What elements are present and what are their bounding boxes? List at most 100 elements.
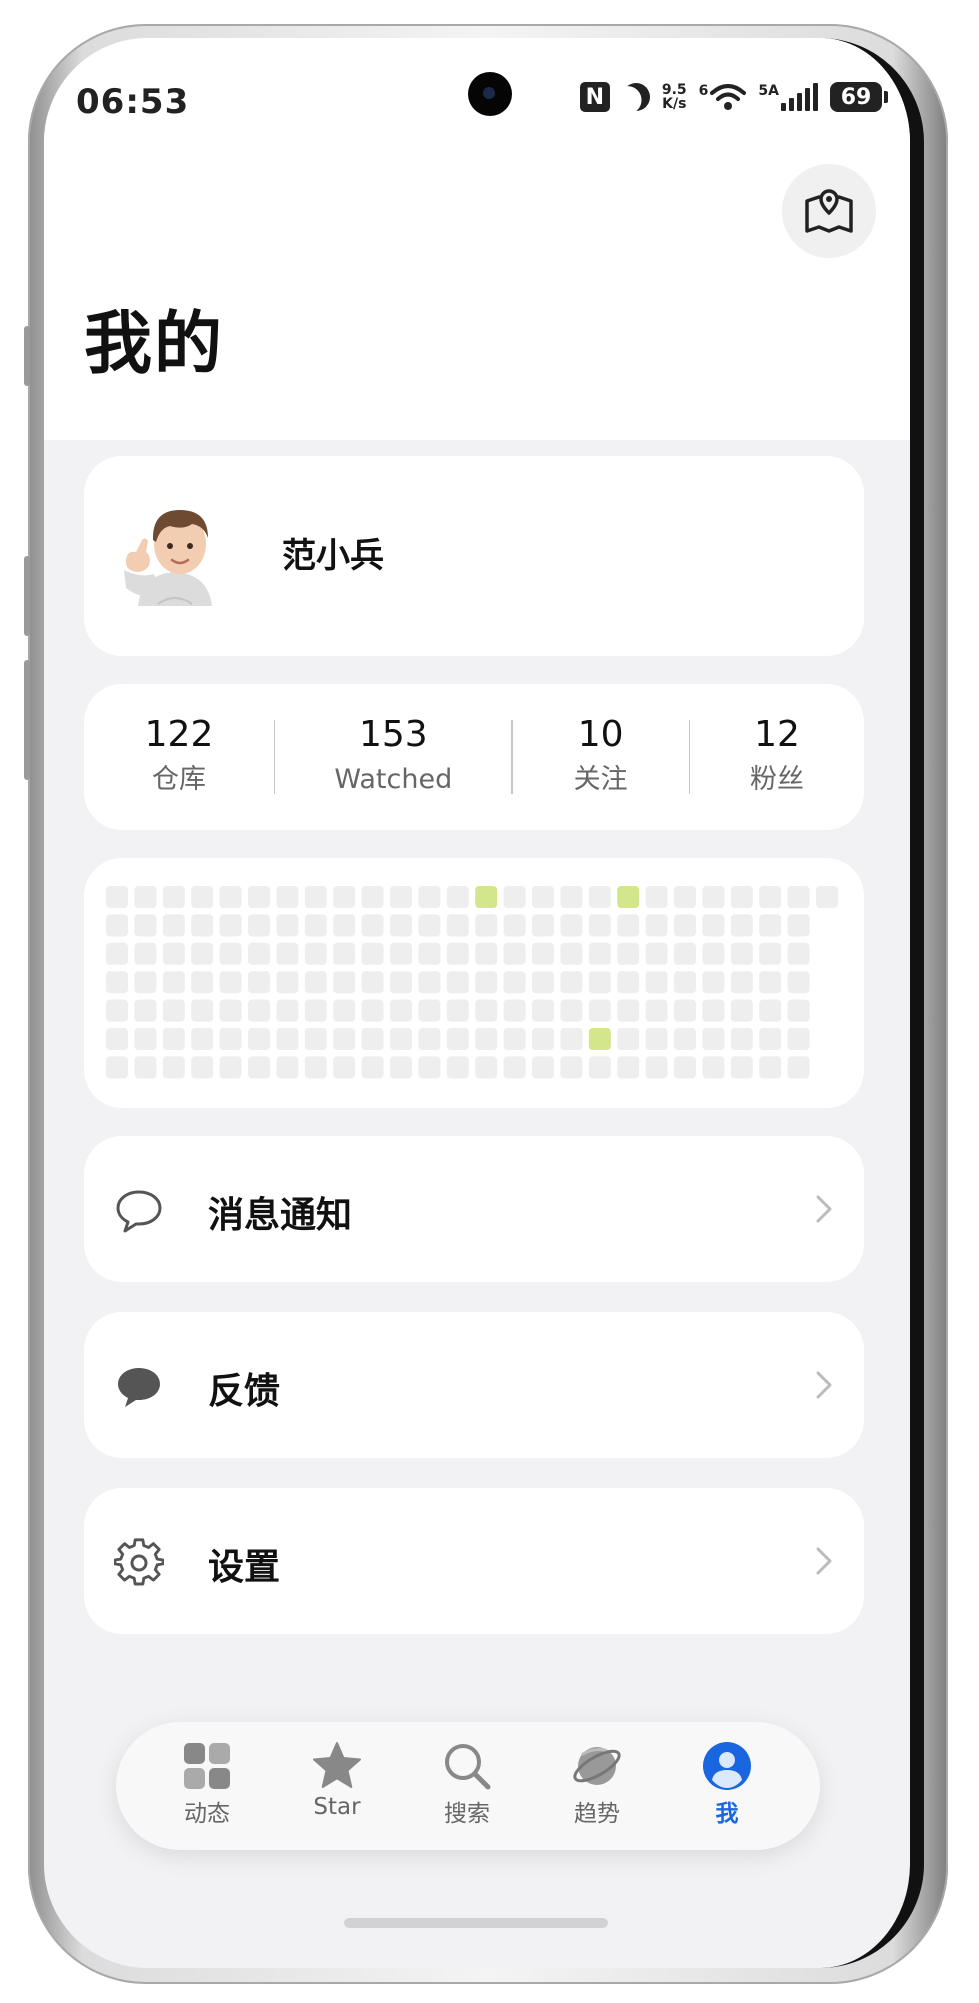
stat-following[interactable]: 10 关注 <box>513 715 689 799</box>
map-button[interactable] <box>782 164 876 258</box>
contribution-cell <box>560 886 583 908</box>
contribution-cell <box>191 971 214 994</box>
stat-value: 122 <box>144 714 214 755</box>
contribution-cell <box>134 971 157 994</box>
contribution-cell <box>759 1056 782 1079</box>
menu-label: 消息通知 <box>208 1195 353 1236</box>
contribution-cell <box>475 1028 498 1050</box>
contribution-cell <box>730 914 753 937</box>
contribution-cell <box>532 971 554 994</box>
contribution-cell <box>674 1028 696 1050</box>
stat-value: 153 <box>358 714 428 755</box>
contribution-cell <box>503 914 526 937</box>
contribution-cell <box>276 942 299 965</box>
contribution-cell <box>162 1056 185 1079</box>
contribution-cell <box>730 942 753 965</box>
contribution-cell <box>560 1028 583 1050</box>
stat-watched[interactable]: 153 Watched <box>275 715 511 799</box>
contribution-cell <box>532 886 554 908</box>
contribution-cell <box>191 914 214 937</box>
contribution-cell <box>106 886 128 908</box>
nfc-icon: N <box>579 82 610 112</box>
planet-icon <box>573 1747 621 1785</box>
contribution-cell <box>304 1056 327 1079</box>
contribution-cell <box>248 914 270 937</box>
contribution-cell <box>219 1056 242 1079</box>
contribution-cell <box>759 886 782 908</box>
menu-item-feedback[interactable]: 反馈 <box>84 1312 864 1458</box>
contribution-cell <box>759 971 782 994</box>
contribution-cell <box>475 886 498 908</box>
contribution-cell <box>674 999 696 1022</box>
contribution-cell <box>446 971 469 994</box>
contribution-cell <box>702 942 725 965</box>
contribution-cell <box>503 1056 526 1079</box>
chevron-right-icon <box>816 1195 832 1223</box>
contribution-cell <box>702 886 725 908</box>
contribution-cell <box>248 942 270 965</box>
contribution-cell <box>418 999 441 1022</box>
gear-icon <box>114 1538 164 1586</box>
chevron-right-icon <box>816 1371 832 1399</box>
contribution-cell <box>418 886 441 908</box>
contribution-cell <box>361 886 384 908</box>
contribution-cell <box>446 999 469 1022</box>
contribution-cell <box>702 1028 725 1050</box>
contribution-cell <box>475 942 498 965</box>
contribution-cell <box>361 942 384 965</box>
contribution-cell <box>645 1028 668 1050</box>
contribution-cell <box>361 1028 384 1050</box>
contribution-cell <box>134 914 157 937</box>
wifi-label: 6 <box>698 83 709 99</box>
stat-followers[interactable]: 12 粉丝 <box>690 715 864 799</box>
screen: 06:53 N 9.5 K/s 6 5A 69 我的 范小兵 122 仓库 15… <box>44 38 924 1968</box>
contribution-cell <box>617 886 640 908</box>
contribution-cell <box>503 942 526 965</box>
tab-trending[interactable]: 趋势 <box>552 1740 642 1828</box>
contribution-cell <box>418 971 441 994</box>
do-not-disturb-icon <box>618 79 654 115</box>
status-icons: N 9.5 K/s 6 5A 69 <box>579 79 888 115</box>
contribution-cell <box>588 942 611 965</box>
menu-item-notifications[interactable]: 消息通知 <box>84 1136 864 1282</box>
contribution-cell <box>304 886 327 908</box>
contribution-cell <box>617 999 640 1022</box>
contribution-cell <box>248 1028 270 1050</box>
contribution-cell <box>787 914 810 937</box>
cellular-status: 5A <box>758 83 818 111</box>
contribution-cell <box>702 999 725 1022</box>
contribution-graph-card <box>84 858 864 1108</box>
contribution-cell <box>106 971 128 994</box>
contribution-cell <box>787 999 810 1022</box>
contribution-cell <box>702 914 725 937</box>
contribution-cell <box>333 914 356 937</box>
contribution-cell <box>191 1028 214 1050</box>
chat-bubble-outline-icon <box>116 1190 162 1233</box>
contribution-cell <box>645 942 668 965</box>
contribution-cell <box>674 971 696 994</box>
profile-card[interactable]: 范小兵 <box>84 456 864 656</box>
contribution-cell <box>418 1028 441 1050</box>
tab-me[interactable]: 我 <box>682 1740 772 1828</box>
contribution-cell <box>276 999 299 1022</box>
contribution-cell <box>560 999 583 1022</box>
menu-label: 设置 <box>208 1547 281 1588</box>
menu-item-settings[interactable]: 设置 <box>84 1488 864 1634</box>
contribution-cell <box>304 1028 327 1050</box>
stat-repositories[interactable]: 122 仓库 <box>84 715 274 799</box>
contribution-cell <box>532 1028 554 1050</box>
signal-bars-icon <box>781 83 818 111</box>
tab-star[interactable]: Star <box>292 1740 382 1820</box>
contribution-cell <box>674 942 696 965</box>
contribution-cell <box>787 1056 810 1079</box>
contribution-cell <box>730 1056 753 1079</box>
contribution-cell <box>106 914 128 937</box>
contribution-cell <box>787 886 810 908</box>
tab-label: Star <box>313 1794 361 1820</box>
tab-feed[interactable]: 动态 <box>162 1740 252 1828</box>
contribution-cell <box>361 971 384 994</box>
contribution-cell <box>134 999 157 1022</box>
contribution-cell <box>730 999 753 1022</box>
contribution-cell <box>390 1028 412 1050</box>
tab-search[interactable]: 搜索 <box>422 1740 512 1828</box>
